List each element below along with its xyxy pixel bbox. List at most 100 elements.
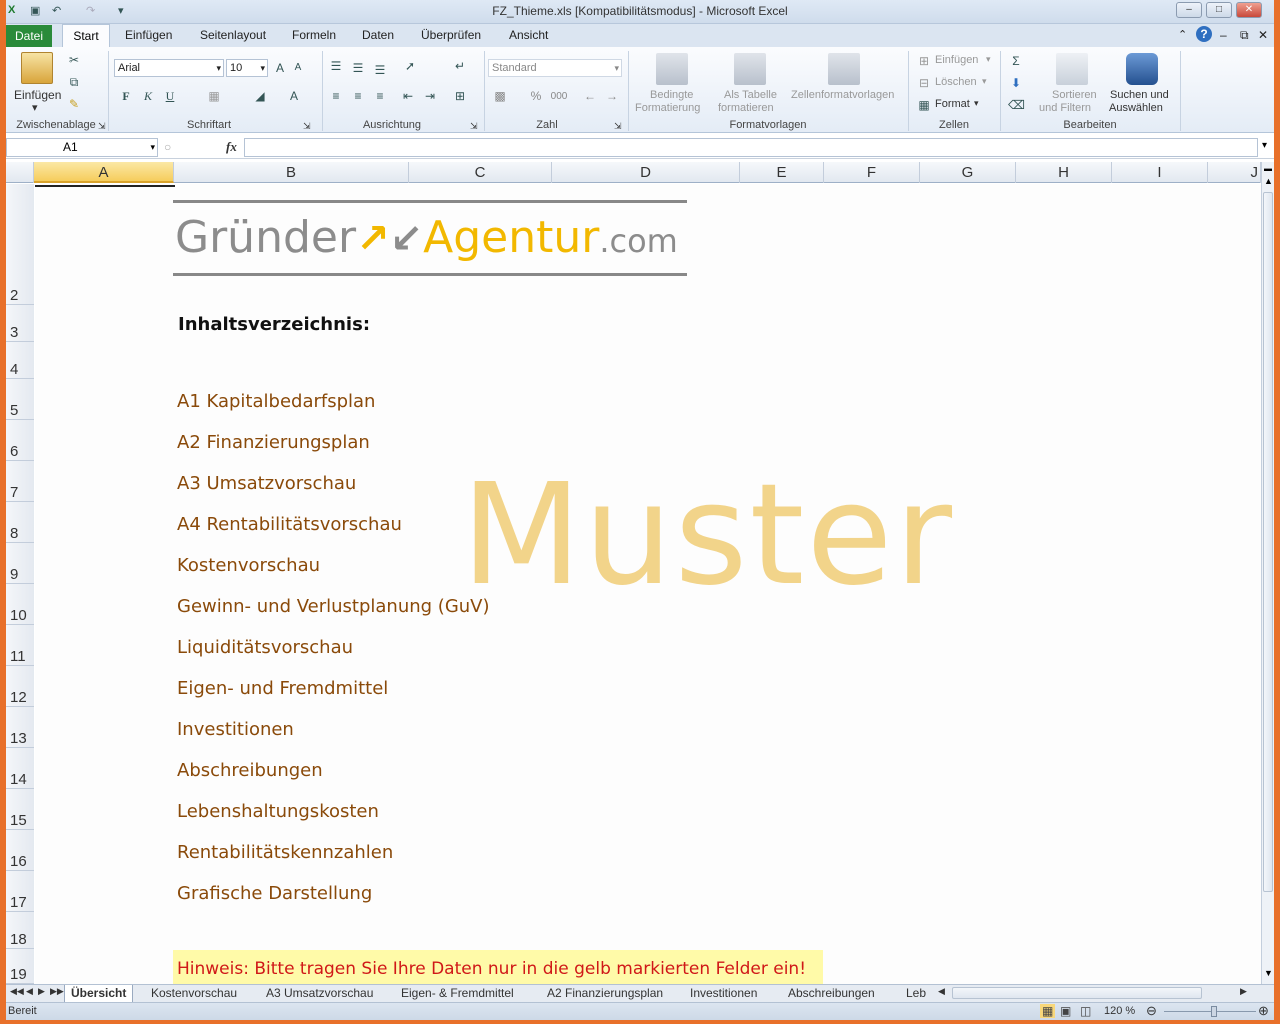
tab-data[interactable]: Daten [362, 28, 394, 42]
row-header-4[interactable]: 4 [6, 342, 34, 379]
vertical-scrollbar[interactable]: ▬ ▲ ▼ [1261, 162, 1274, 984]
align-bottom-icon[interactable]: ☰ [372, 63, 388, 77]
toc-link-umsatzvorschau[interactable]: A3 Umsatzvorschau [177, 473, 356, 494]
alignment-launcher-icon[interactable]: ⇲ [470, 121, 478, 132]
tab-insert[interactable]: Einfügen [125, 28, 172, 42]
decrease-decimal-icon[interactable]: → [604, 89, 620, 103]
format-as-table-label-1[interactable]: Als Tabelle [724, 89, 777, 101]
last-sheet-icon[interactable]: ▶▶ [50, 986, 64, 997]
align-middle-icon[interactable]: ☰ [350, 61, 366, 75]
zoom-in-icon[interactable]: ⊕ [1258, 1003, 1269, 1019]
row-header-13[interactable]: 13 [6, 707, 34, 748]
column-header-a[interactable]: A [34, 162, 174, 183]
row-header-9[interactable]: 9 [6, 543, 34, 584]
cell-styles-icon[interactable] [828, 53, 860, 85]
delete-cells-icon[interactable]: ⊟ [916, 76, 932, 90]
conditional-formatting-icon[interactable] [656, 53, 688, 85]
format-as-table-icon[interactable] [734, 53, 766, 85]
row-header-16[interactable]: 16 [6, 830, 34, 871]
sheet-tab-investitionen[interactable]: Investitionen [690, 986, 757, 1000]
row-header-10[interactable]: 10 [6, 584, 34, 625]
column-header-g[interactable]: G [920, 162, 1016, 183]
column-header-b[interactable]: B [174, 162, 409, 183]
shrink-font-icon[interactable]: A [290, 61, 306, 75]
tab-start[interactable]: Start [62, 24, 110, 48]
increase-decimal-icon[interactable]: ← [582, 89, 598, 103]
tab-review[interactable]: Überprüfen [421, 28, 481, 42]
zoom-slider-track[interactable] [1164, 1011, 1256, 1012]
sheet-tab-finanzierungsplan[interactable]: A2 Finanzierungsplan [547, 986, 663, 1000]
normal-view-icon[interactable]: ▦ [1040, 1004, 1056, 1018]
insert-cells-dropdown-icon[interactable]: ▾ [986, 54, 991, 65]
tab-view[interactable]: Ansicht [509, 28, 548, 42]
fill-icon[interactable]: ⬇ [1008, 76, 1024, 90]
delete-cells-dropdown-icon[interactable]: ▾ [982, 76, 987, 87]
split-box-icon[interactable]: ▬ [1264, 164, 1272, 173]
row-header-18[interactable]: 18 [6, 912, 34, 949]
page-layout-view-icon[interactable]: ▣ [1060, 1004, 1071, 1018]
row-header-12[interactable]: 12 [6, 666, 34, 707]
wrap-text-icon[interactable]: ↵ [452, 59, 468, 73]
delete-cells-button[interactable]: Löschen [935, 76, 977, 88]
prev-sheet-icon[interactable]: ◀ [26, 986, 33, 997]
next-sheet-icon[interactable]: ▶ [38, 986, 45, 997]
cut-icon[interactable]: ✂ [66, 53, 82, 67]
decrease-indent-icon[interactable]: ⇤ [400, 89, 416, 103]
sort-filter-label-2[interactable]: und Filtern [1039, 102, 1091, 114]
row-header-2[interactable]: 2 [6, 184, 34, 305]
name-box[interactable]: A1 ▾ [6, 138, 158, 157]
sheet-tab-eigen-fremdmittel[interactable]: Eigen- & Fremdmittel [401, 986, 514, 1000]
copy-icon[interactable]: ⧉ [66, 75, 82, 89]
column-header-j[interactable]: J [1208, 162, 1261, 183]
merge-center-icon[interactable]: ⊞ [452, 89, 468, 103]
tab-page-layout[interactable]: Seitenlayout [200, 28, 266, 42]
scroll-down-icon[interactable]: ▼ [1264, 968, 1273, 978]
format-cells-icon[interactable]: ▦ [916, 98, 932, 112]
bold-button[interactable]: F [118, 89, 134, 103]
formula-input[interactable] [244, 138, 1258, 157]
toc-link-rentabilitaetskennzahlen[interactable]: Rentabilitätskennzahlen [177, 842, 393, 863]
sheet-tab-leb[interactable]: Leb [906, 986, 926, 1000]
sort-filter-label-1[interactable]: Sortieren [1052, 89, 1097, 101]
tab-file[interactable]: Datei [6, 25, 52, 47]
column-header-h[interactable]: H [1016, 162, 1112, 183]
toc-link-lebenshaltungskosten[interactable]: Lebenshaltungskosten [177, 801, 379, 822]
find-select-label-2[interactable]: Auswählen [1109, 102, 1163, 114]
maximize-button[interactable]: □ [1206, 2, 1232, 18]
sheet-tab-uebersicht[interactable]: Übersicht [64, 985, 134, 1002]
column-header-f[interactable]: F [824, 162, 920, 183]
sheet-tab-umsatzvorschau[interactable]: A3 Umsatzvorschau [266, 986, 373, 1000]
scroll-up-icon[interactable]: ▲ [1264, 176, 1273, 186]
format-as-table-label-2[interactable]: formatieren [718, 102, 774, 114]
row-header-3[interactable]: 3 [6, 305, 34, 342]
align-center-icon[interactable]: ≡ [350, 89, 366, 103]
font-name-select[interactable]: Arial ▾ [114, 59, 224, 77]
vertical-scroll-thumb[interactable] [1263, 192, 1273, 892]
row-header-19[interactable]: 19 [6, 949, 34, 984]
clear-icon[interactable]: ⌫ [1008, 98, 1025, 112]
selected-cell-a1[interactable] [35, 184, 175, 187]
underline-button[interactable]: U [162, 89, 178, 103]
select-all-corner[interactable] [6, 162, 34, 183]
align-top-icon[interactable]: ☰ [328, 59, 344, 73]
formula-bar-handle-icon[interactable]: ○ [164, 140, 171, 154]
toc-link-guv[interactable]: Gewinn- und Verlustplanung (GuV) [177, 596, 490, 617]
expand-formula-bar-icon[interactable]: ▾ [1262, 140, 1267, 151]
row-header-15[interactable]: 15 [6, 789, 34, 830]
toc-link-eigen-fremdmittel[interactable]: Eigen- und Fremdmittel [177, 678, 388, 699]
autosum-button[interactable]: Σ [1008, 54, 1024, 68]
italic-button[interactable]: K [140, 89, 156, 103]
tab-formulas[interactable]: Formeln [292, 28, 336, 42]
currency-icon[interactable]: ▩ [492, 89, 508, 103]
row-header-5[interactable]: 5 [6, 379, 34, 420]
toc-link-abschreibungen[interactable]: Abschreibungen [177, 760, 323, 781]
find-binoculars-icon[interactable] [1126, 53, 1158, 85]
collapse-ribbon-icon[interactable]: ⌃ [1178, 28, 1187, 41]
minimize-button[interactable]: – [1176, 2, 1202, 18]
zoom-slider-thumb[interactable] [1211, 1006, 1217, 1017]
insert-function-button[interactable]: fx [226, 139, 237, 155]
insert-cells-button[interactable]: Einfügen [935, 54, 978, 66]
zoom-level[interactable]: 120 % [1104, 1005, 1135, 1017]
grow-font-icon[interactable]: A [272, 61, 288, 75]
font-launcher-icon[interactable]: ⇲ [303, 121, 311, 132]
